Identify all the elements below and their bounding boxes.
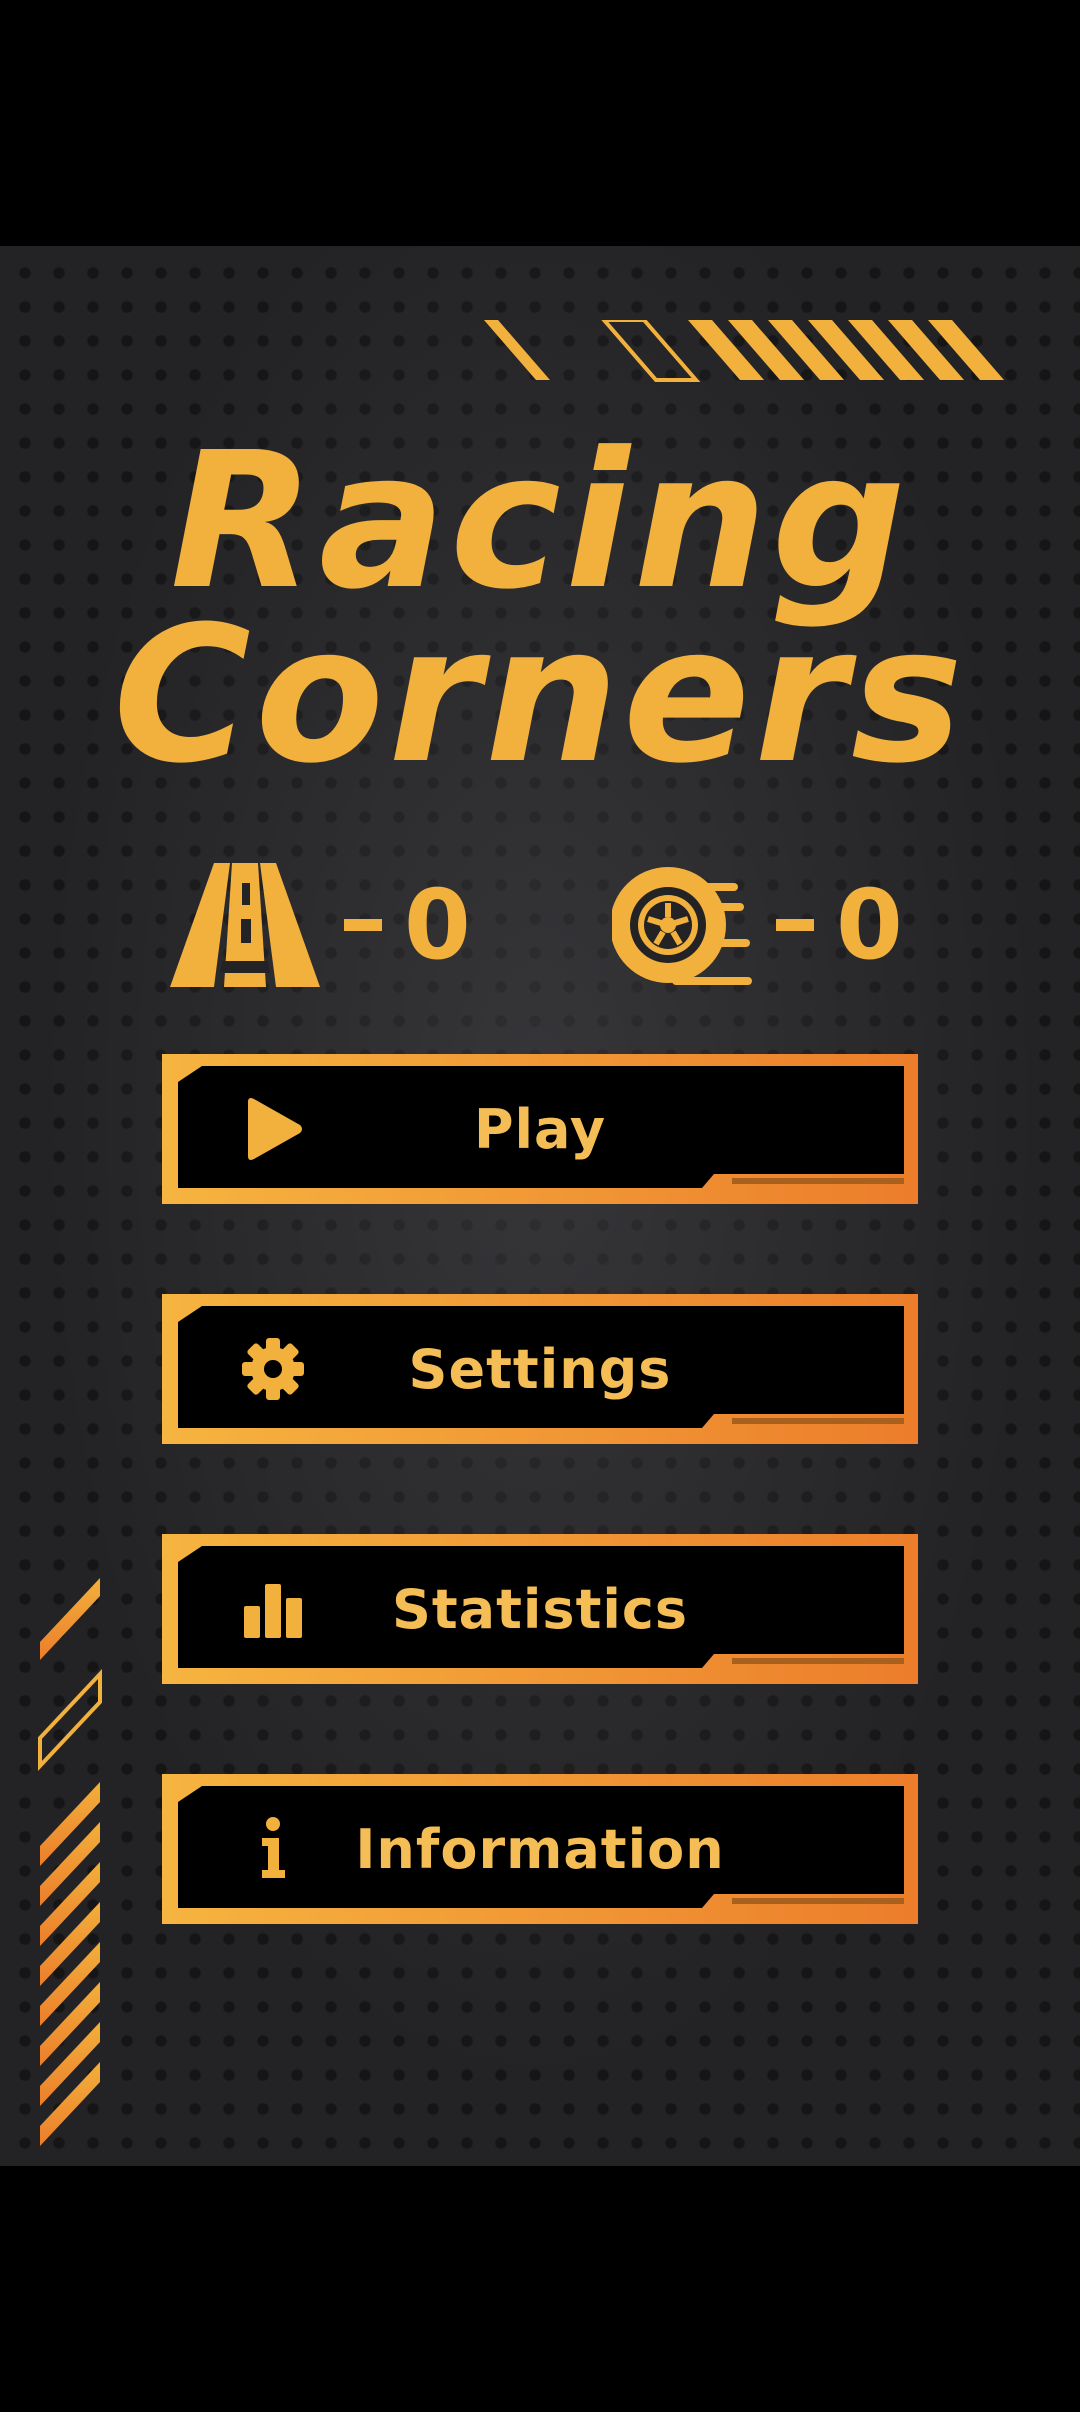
settings-button[interactable]: Settings [162, 1294, 918, 1444]
road-score-value: 0 [404, 869, 471, 981]
main-menu-screen: Racing Corners 0 0 Play Settings Statist… [0, 246, 1080, 2166]
statistics-button[interactable]: Statistics [162, 1534, 918, 1684]
settings-button-label: Settings [408, 1337, 672, 1401]
information-button[interactable]: Information [162, 1774, 918, 1924]
wheel-score-dash [776, 919, 814, 931]
road-score: 0 [170, 860, 471, 990]
information-button-label: Information [355, 1817, 725, 1881]
play-button-label: Play [473, 1097, 607, 1161]
play-button[interactable]: Play [162, 1054, 918, 1204]
decorative-stripes-top [484, 320, 1004, 382]
game-title-line-2: Corners [113, 586, 967, 805]
decorative-stripes-side [38, 1578, 102, 2146]
status-bar-area [0, 0, 1080, 246]
navigation-bar-area [0, 2166, 1080, 2412]
statistics-button-label: Statistics [391, 1577, 689, 1641]
wheel-score-value: 0 [836, 869, 903, 981]
wheel-icon [612, 867, 752, 985]
road-icon [170, 863, 320, 987]
wheel-score: 0 [612, 860, 903, 990]
road-score-dash [344, 919, 382, 931]
